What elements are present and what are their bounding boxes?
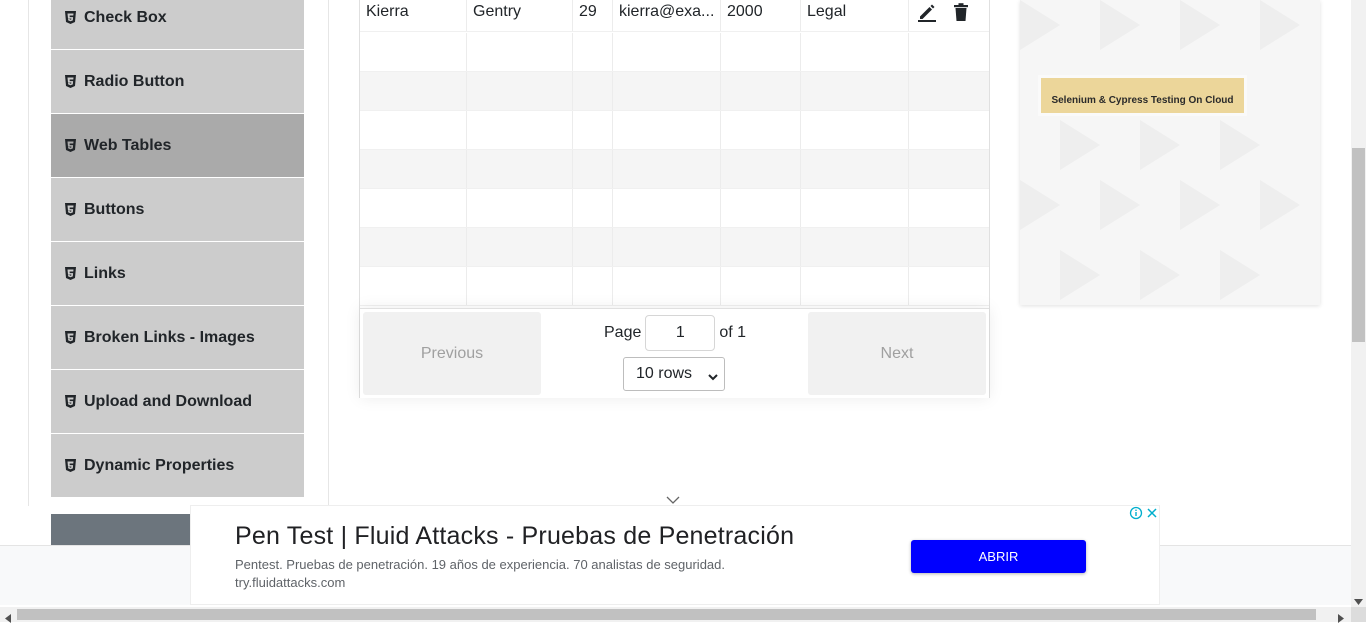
sidebar-item-label: Buttons	[84, 200, 145, 218]
sidebar-item-web-tables[interactable]: Web Tables	[51, 114, 304, 178]
html5-icon	[65, 459, 76, 472]
sidebar-item-label: Radio Button	[84, 72, 185, 90]
bottom-ad[interactable]: Pen Test | Fluid Attacks - Pruebas de Pe…	[190, 505, 1160, 605]
scrollbar-corner	[1351, 607, 1366, 622]
horizontal-scrollbar-thumb[interactable]	[17, 609, 1316, 620]
chevron-down-icon[interactable]	[666, 492, 680, 504]
total-pages-label: of 1	[719, 324, 747, 341]
sidebar-item-label: Web Tables	[84, 136, 172, 154]
html5-icon	[65, 75, 76, 88]
info-icon[interactable]	[1129, 506, 1143, 520]
table-row	[360, 228, 989, 267]
html5-icon	[65, 139, 76, 152]
scroll-down-arrow-icon[interactable]	[1354, 592, 1363, 605]
ad-background-pattern	[1020, 0, 1300, 300]
ad-url[interactable]: try.fluidattacks.com	[235, 575, 345, 590]
edit-icon[interactable]	[917, 2, 937, 22]
chevron-down-icon	[708, 369, 718, 381]
page: Check Box Radio Button Web Tables Button…	[0, 0, 1366, 623]
sidebar-item-broken-links[interactable]: Broken Links - Images	[51, 306, 304, 370]
rows-per-page-select[interactable]: 10 rows	[623, 357, 725, 391]
sidebar-item-buttons[interactable]: Buttons	[51, 178, 304, 242]
page-jump: Page 1 of 1	[604, 315, 746, 351]
table-row: Kierra Gentry 29 kierra@exa... 2000 Lega…	[360, 0, 989, 32]
html5-icon	[65, 395, 76, 408]
left-divider	[28, 0, 29, 506]
cell-last-name: Gentry	[467, 0, 573, 31]
sidebar-item-label: Dynamic Properties	[84, 456, 235, 474]
table-row	[360, 111, 989, 150]
cell-first-name: Kierra	[360, 0, 467, 31]
ad-banner[interactable]: Selenium & Cypress Testing On Cloud	[1041, 78, 1244, 113]
ad-open-button[interactable]: ABRIR	[911, 540, 1086, 573]
table-row	[360, 189, 989, 228]
page-info: Page 1 of 1 10 rows	[604, 315, 764, 395]
close-icon[interactable]	[1145, 506, 1159, 520]
content-divider	[328, 0, 329, 506]
sidebar-item-radio-button[interactable]: Radio Button	[51, 50, 304, 114]
html5-icon	[65, 331, 76, 344]
sidebar-ad[interactable]: Selenium & Cypress Testing On Cloud	[1020, 0, 1320, 305]
cell-age: 29	[573, 0, 613, 31]
vertical-scrollbar-thumb[interactable]	[1352, 148, 1365, 342]
sidebar-item-label: Broken Links - Images	[84, 328, 255, 346]
next-button[interactable]: Next	[808, 312, 986, 395]
previous-button[interactable]: Previous	[363, 312, 541, 395]
sidebar-item-check-box[interactable]: Check Box	[51, 0, 304, 50]
delete-icon[interactable]	[951, 2, 971, 22]
cell-actions	[909, 0, 989, 31]
cell-department: Legal	[801, 0, 909, 31]
cell-salary: 2000	[721, 0, 801, 31]
rows-per-page-value: 10 rows	[636, 365, 693, 382]
table-row	[360, 72, 989, 111]
page-label: Page	[604, 324, 642, 341]
scroll-left-arrow-icon[interactable]	[5, 610, 11, 623]
ad-title[interactable]: Pen Test | Fluid Attacks - Pruebas de Pe…	[235, 522, 794, 551]
pagination-bar: Previous Page 1 of 1 10 rows Next	[360, 308, 989, 398]
sidebar-item-label: Check Box	[84, 8, 167, 26]
web-table: Kierra Gentry 29 kierra@exa... 2000 Lega…	[359, 0, 990, 398]
html5-icon	[65, 203, 76, 216]
sidebar-item-dynamic-properties[interactable]: Dynamic Properties	[51, 434, 304, 498]
sidebar-item-label: Upload and Download	[84, 392, 252, 410]
table-row	[360, 33, 989, 72]
scroll-right-arrow-icon[interactable]	[1338, 610, 1344, 623]
sidebar-item-upload-download[interactable]: Upload and Download	[51, 370, 304, 434]
page-input[interactable]: 1	[645, 315, 716, 351]
ad-description: Pentest. Pruebas de penetración. 19 años…	[235, 557, 726, 572]
html5-icon	[65, 267, 76, 280]
sidebar-item-label: Links	[84, 264, 126, 282]
sidebar-item-links[interactable]: Links	[51, 242, 304, 306]
table-row	[360, 267, 989, 306]
cell-email: kierra@exa...	[613, 0, 721, 31]
sidebar-menu: Check Box Radio Button Web Tables Button…	[51, 0, 304, 498]
table-row	[360, 150, 989, 189]
html5-icon	[65, 11, 76, 24]
